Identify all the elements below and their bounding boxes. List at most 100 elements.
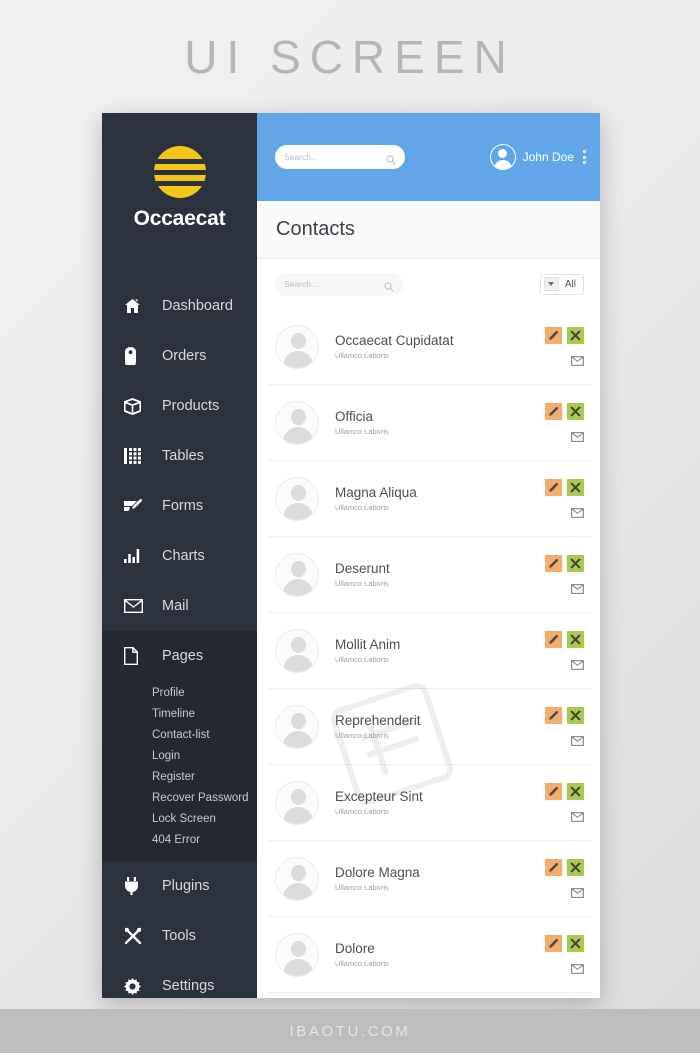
table-row[interactable]: Reprehenderit Ullamco Laboris [267,689,592,765]
contact-subtitle: Ullamco Laboris [335,731,389,741]
sidebar-item-label: Forms [162,498,204,514]
close-x-icon[interactable] [567,783,584,800]
table-row[interactable]: Excepteur Sint Ullamco Laboris [267,765,592,841]
submenu-item-recover-password[interactable]: Recover Password [102,788,257,809]
main-panel: Search... John Doe Contacts Search... Al… [257,113,600,998]
contact-subtitle: Ullamco Laboris [335,427,389,437]
contact-text: Dolore Magna Ullamco Laboris [335,865,420,893]
table-row[interactable]: Occaecat Cupidatat Ullamco Laboris [267,309,592,385]
table-row[interactable]: Magna Aliqua Ullamco Laboris [267,461,592,537]
avatar [275,476,319,521]
pencil-icon[interactable] [545,707,562,724]
sidebar-item-charts[interactable]: Charts [102,531,257,581]
contact-subtitle: Ullamco Laboris [335,579,389,589]
pencil-icon[interactable] [545,859,562,876]
sidebar-item-orders[interactable]: Orders [102,331,257,381]
row-actions [545,783,586,823]
pencil-icon[interactable] [545,631,562,648]
filter-dropdown[interactable]: All [539,273,584,295]
close-x-icon[interactable] [567,935,584,952]
sidebar-item-dashboard[interactable]: Dashboard [102,281,257,331]
avatar [275,704,319,749]
row-button-group [545,707,584,724]
pencil-icon[interactable] [545,783,562,800]
submenu-item-profile[interactable]: Profile [102,683,257,704]
sidebar-item-label: Dashboard [162,298,233,314]
sidebar-item-tools[interactable]: Tools [102,911,257,961]
sidebar-item-forms[interactable]: Forms [102,481,257,531]
home-icon [124,296,150,316]
sidebar-item-label: Plugins [162,878,210,894]
table-row[interactable]: Dolore Ullamco Laboris [267,917,592,993]
submenu-item-login[interactable]: Login [102,746,257,767]
envelope-icon[interactable] [571,353,585,367]
contacts-list[interactable]: Occaecat Cupidatat Ullamco Laboris Offic… [257,309,600,998]
contact-subtitle: Ullamco Laboris [335,351,389,361]
submenu-item-register[interactable]: Register [102,767,257,788]
submenu-item-404-error[interactable]: 404 Error [102,830,257,851]
contact-text: Occaecat Cupidatat Ullamco Laboris [335,333,454,361]
sidebar-item-tables[interactable]: Tables [102,431,257,481]
vertical-dots-icon[interactable] [581,150,586,164]
envelope-icon[interactable] [571,429,585,443]
envelope-icon[interactable] [571,657,585,671]
close-x-icon[interactable] [567,479,584,496]
sidebar-item-mail[interactable]: Mail [102,581,257,631]
row-actions [545,707,586,747]
contact-text: Excepteur Sint Ullamco Laboris [335,789,423,817]
table-row[interactable]: Mollit Anim Ullamco Laboris [267,613,592,689]
submenu-item-timeline[interactable]: Timeline [102,704,257,725]
envelope-icon[interactable] [571,961,585,975]
envelope-icon[interactable] [571,809,585,823]
close-x-icon[interactable] [567,859,584,876]
sidebar-item-label: Orders [162,348,207,364]
search-placeholder: Search... [284,279,319,289]
close-x-icon[interactable] [567,631,584,648]
contact-name: Mollit Anim [335,636,401,652]
contact-text: Deserunt Ullamco Laboris [335,561,390,589]
close-x-icon[interactable] [567,327,584,344]
table-row[interactable]: Deserunt Ullamco Laboris [267,537,592,613]
row-button-group [545,783,584,800]
table-row[interactable]: Officia Ullamco Laboris [267,385,592,461]
chevron-down-icon[interactable] [543,277,559,291]
envelope-icon[interactable] [571,581,585,595]
row-button-group [545,403,584,420]
sidebar-item-pages[interactable]: Pages [102,631,257,681]
bar-chart-icon [124,546,150,566]
sidebar-item-plugins[interactable]: Plugins [102,861,257,911]
row-actions [545,479,586,519]
pencil-icon[interactable] [545,555,562,572]
pencil-icon[interactable] [545,327,562,344]
close-x-icon[interactable] [567,707,584,724]
topbar-search[interactable]: Search... [275,145,405,169]
table-row[interactable]: Dolore Magna Ullamco Laboris [267,841,592,917]
envelope-icon [124,596,150,616]
user-avatar-icon[interactable] [489,144,516,170]
page-icon [124,646,150,666]
sidebar-item-label: Tools [162,928,196,944]
grid-icon [124,446,150,466]
pencil-icon[interactable] [545,935,562,952]
avatar [275,932,319,977]
submenu-item-lock-screen[interactable]: Lock Screen [102,809,257,830]
row-actions [545,327,586,367]
contact-name: Dolore Magna [335,864,420,880]
pencil-icon[interactable] [545,403,562,420]
search-icon [386,152,396,165]
sidebar-item-products[interactable]: Products [102,381,257,431]
pencil-icon[interactable] [545,479,562,496]
envelope-icon[interactable] [571,885,585,899]
close-x-icon[interactable] [567,555,584,572]
envelope-icon[interactable] [571,505,585,519]
gear-icon [124,976,150,996]
poster-title: UI SCREEN [184,31,516,83]
close-x-icon[interactable] [567,403,584,420]
sidebar-item-label: Tables [162,448,204,464]
contact-text: Mollit Anim Ullamco Laboris [335,637,400,665]
search-input[interactable]: Search... [275,272,403,296]
submenu-item-contact-list[interactable]: Contact-list [102,725,257,746]
plug-icon [124,876,150,896]
envelope-icon[interactable] [571,733,585,747]
sidebar-item-settings[interactable]: Settings [102,961,257,998]
